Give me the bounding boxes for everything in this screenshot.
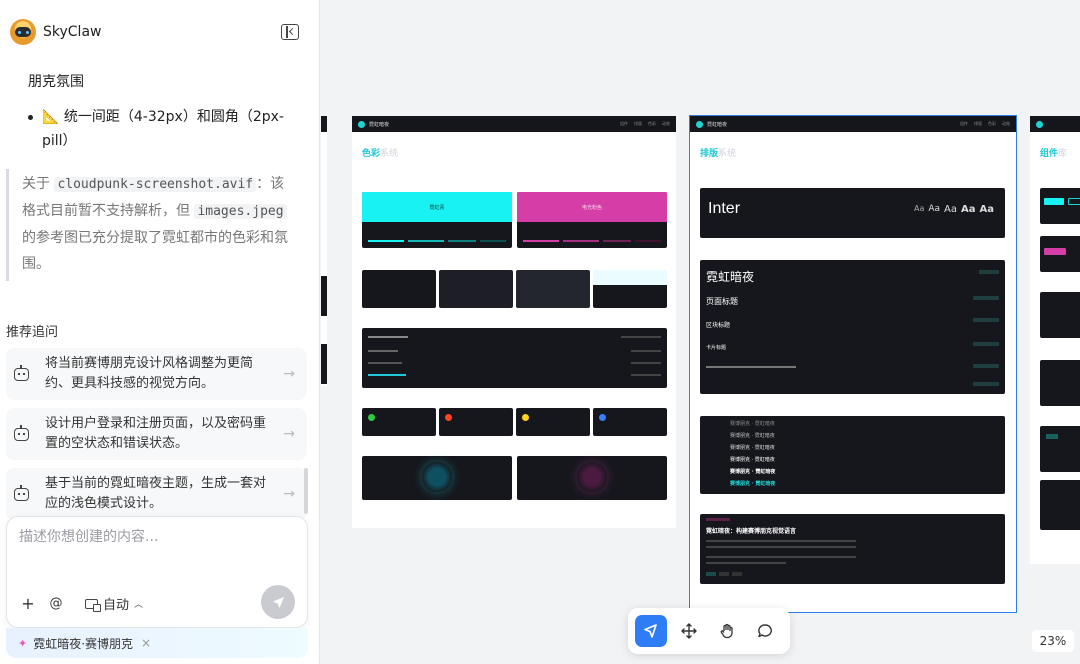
composer: + @ 自动 ︿ bbox=[6, 516, 308, 628]
move-icon bbox=[681, 623, 697, 639]
comment-icon bbox=[758, 624, 772, 638]
glow-card-pink bbox=[517, 456, 667, 500]
prompt-input[interactable] bbox=[19, 529, 289, 545]
sidebar-header: SkyClaw bbox=[0, 0, 319, 64]
mode-icon bbox=[85, 598, 101, 612]
component-card bbox=[1040, 360, 1080, 406]
frame-nav: 霓虹暗夜 组件 排版 色彩 动效 bbox=[352, 116, 676, 132]
remove-tag-icon[interactable]: × bbox=[141, 636, 151, 650]
status-swatch-warning bbox=[516, 408, 590, 436]
hand-icon bbox=[720, 623, 733, 639]
arrow-right-icon: → bbox=[283, 426, 295, 442]
app-name: SkyClaw bbox=[43, 24, 102, 40]
status-swatch-success bbox=[362, 408, 436, 436]
message-line: 朋克氛围 bbox=[28, 74, 84, 90]
assistant-message: 朋克氛围 📐 统一间距（4-32px）和圆角（2px-pill） bbox=[0, 70, 319, 153]
mode-select[interactable]: 自动 ︿ bbox=[85, 594, 143, 613]
suggestion-item[interactable]: 设计用户登录和注册页面，以及密码重置的空状态和错误状态。 → bbox=[6, 408, 307, 460]
frame-title: 色彩系统 bbox=[362, 149, 399, 159]
context-tag[interactable]: ✦ 霓虹暗夜·赛博朋克 × bbox=[6, 628, 308, 658]
message-bullet: 📐 统一间距（4-32px）和圆角（2px-pill） bbox=[28, 105, 297, 153]
color-usage-panel bbox=[362, 328, 667, 388]
arrow-right-icon: → bbox=[283, 366, 295, 382]
surface-swatch bbox=[593, 270, 667, 308]
suggestion-item[interactable]: 将当前赛博朋克设计风格调整为更简约、更具科技感的视觉方向。 → bbox=[6, 348, 307, 400]
component-card bbox=[1040, 480, 1080, 530]
send-button[interactable] bbox=[261, 585, 295, 619]
heading-scale-card: 霓虹暗夜 页面标题 区块标题 卡片标题 bbox=[700, 260, 1005, 394]
frame-logo-icon bbox=[358, 120, 365, 128]
canvas-frame-components[interactable]: 组件库 bbox=[1030, 116, 1080, 564]
component-card bbox=[1040, 188, 1080, 224]
mention-button[interactable]: @ bbox=[47, 596, 65, 611]
swatch-card-pink: 电光粉色 bbox=[517, 192, 667, 248]
status-swatch-error bbox=[439, 408, 513, 436]
chat-sidebar: SkyClaw 朋克氛围 📐 统一间距（4-32px）和圆角（2px-pill）… bbox=[0, 0, 320, 664]
zoom-level[interactable]: 23% bbox=[1032, 630, 1074, 652]
suggestion-item[interactable]: 基于当前的霓虹暗夜主题，生成一套对应的浅色模式设计。 → bbox=[6, 468, 307, 520]
surface-swatch bbox=[362, 270, 436, 308]
design-canvas[interactable]: 霓虹暗夜 组件 排版 色彩 动效 色彩系统 霓虹青 电光粉色 霓虹暗夜 组件 排… bbox=[321, 0, 1080, 664]
chevron-up-icon: ︿ bbox=[134, 600, 144, 610]
swatch-card-cyan: 霓虹青 bbox=[362, 192, 512, 248]
canvas-frame-partial-left[interactable] bbox=[321, 116, 327, 386]
frame-logo-icon bbox=[696, 120, 703, 128]
robot-icon bbox=[14, 364, 29, 381]
inline-code: images.jpeg bbox=[194, 204, 287, 219]
composer-tools: + @ 自动 ︿ bbox=[19, 594, 143, 613]
frame-nav bbox=[1030, 116, 1080, 132]
frame-title: 组件库 bbox=[1040, 149, 1068, 159]
cursor-icon bbox=[644, 624, 657, 638]
article-sample-card: 霓虹暗夜：构建赛博朋克视觉语言 bbox=[700, 514, 1005, 584]
canvas-frame-colors[interactable]: 霓虹暗夜 组件 排版 色彩 动效 色彩系统 霓虹青 电光粉色 bbox=[352, 116, 676, 528]
hand-tool-button[interactable] bbox=[711, 615, 743, 647]
sparkle-icon: ✦ bbox=[18, 636, 28, 650]
comment-tool-button[interactable] bbox=[749, 615, 781, 647]
frame-logo-icon bbox=[1036, 120, 1043, 128]
robot-icon bbox=[14, 424, 29, 441]
glow-card-cyan bbox=[362, 456, 512, 500]
surface-swatch bbox=[516, 270, 590, 308]
component-card bbox=[1040, 236, 1080, 272]
sidebar-scrollbar[interactable] bbox=[304, 468, 308, 514]
weight-scale-card: 赛博朋克 · 霓虹暗夜 赛博朋克 · 霓虹暗夜 赛博朋克 · 霓虹暗夜 赛博朋克… bbox=[700, 416, 1005, 494]
inline-code: cloudpunk-screenshot.avif bbox=[54, 177, 257, 192]
arrow-right-icon: → bbox=[283, 486, 295, 502]
skyclaw-logo-icon bbox=[10, 19, 36, 45]
component-card bbox=[1040, 292, 1080, 338]
frame-title: 排版系统 bbox=[700, 149, 737, 159]
canvas-frame-typography[interactable]: 霓虹暗夜 组件 排版 色彩 动效 排版系统 Inter Aa Aa Aa Aa … bbox=[689, 115, 1017, 613]
frame-nav: 霓虹暗夜 组件 排版 色彩 动效 bbox=[690, 116, 1016, 132]
canvas-toolbar bbox=[628, 608, 790, 654]
surface-swatch bbox=[439, 270, 513, 308]
robot-icon bbox=[14, 484, 29, 501]
add-attachment-button[interactable]: + bbox=[19, 594, 37, 613]
status-swatch-info bbox=[593, 408, 667, 436]
font-family-card: Inter Aa Aa Aa Aa Aa bbox=[700, 188, 1005, 238]
select-tool-button[interactable] bbox=[635, 615, 667, 647]
component-card bbox=[1040, 426, 1080, 472]
message-quote: 关于 cloudpunk-screenshot.avif ：该格式目前暂不支持解析… bbox=[6, 169, 301, 281]
move-tool-button[interactable] bbox=[673, 615, 705, 647]
suggestions-title: 推荐追问 bbox=[6, 325, 59, 340]
send-icon bbox=[272, 596, 284, 608]
collapse-sidebar-icon[interactable] bbox=[281, 24, 299, 40]
